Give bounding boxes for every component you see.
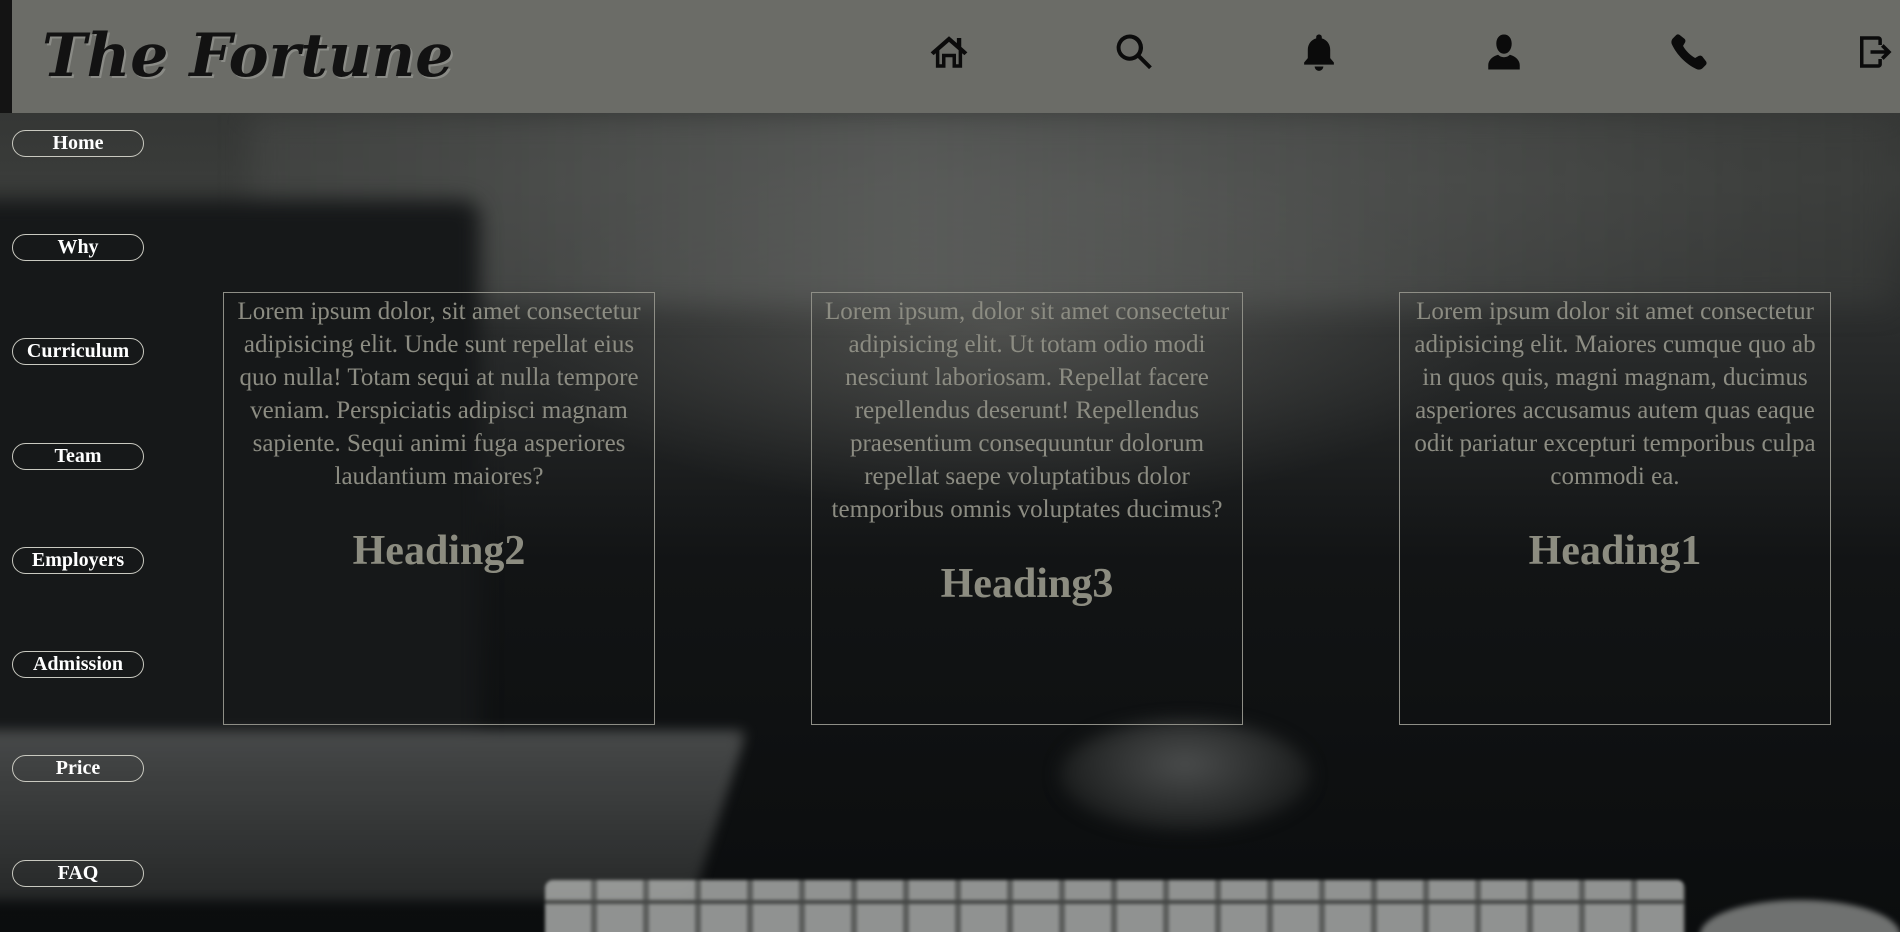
search-icon[interactable]	[1112, 30, 1156, 74]
home-icon[interactable]	[927, 30, 971, 74]
info-card: Lorem ipsum, dolor sit amet consectetur …	[811, 292, 1243, 725]
card-heading: Heading3	[940, 561, 1114, 607]
sidebar-item-team[interactable]: Team	[12, 443, 144, 470]
sidebar-item-curriculum[interactable]: Curriculum	[12, 338, 144, 365]
background-cup	[1060, 720, 1310, 830]
background-shelf	[250, 115, 1890, 305]
card-text: Lorem ipsum dolor, sit amet consectetur …	[237, 298, 641, 490]
site-logo-title[interactable]: The Fortune	[42, 18, 453, 94]
background-keyboard	[545, 880, 1685, 932]
card-text: Lorem ipsum, dolor sit amet consectetur …	[824, 298, 1230, 523]
sidebar-item-home[interactable]: Home	[12, 130, 144, 157]
top-header: The Fortune	[0, 0, 1900, 113]
sidebar-item-employers[interactable]: Employers	[12, 547, 144, 574]
card-heading: Heading2	[352, 528, 526, 574]
card-text: Lorem ipsum dolor sit amet consectetur a…	[1414, 298, 1816, 490]
logout-icon[interactable]	[1852, 30, 1896, 74]
background-mouse	[1700, 900, 1900, 932]
info-card: Lorem ipsum dolor, sit amet consectetur …	[223, 292, 655, 725]
info-card: Lorem ipsum dolor sit amet consectetur a…	[1399, 292, 1831, 725]
sidebar-item-faq[interactable]: FAQ	[12, 860, 144, 887]
phone-icon[interactable]	[1667, 30, 1711, 74]
card-heading: Heading1	[1528, 528, 1702, 574]
sidebar-item-why[interactable]: Why	[12, 234, 144, 261]
user-icon[interactable]	[1482, 30, 1526, 74]
sidebar-item-price[interactable]: Price	[12, 755, 144, 782]
sidebar-item-admission[interactable]: Admission	[12, 651, 144, 678]
bell-icon[interactable]	[1297, 30, 1341, 74]
